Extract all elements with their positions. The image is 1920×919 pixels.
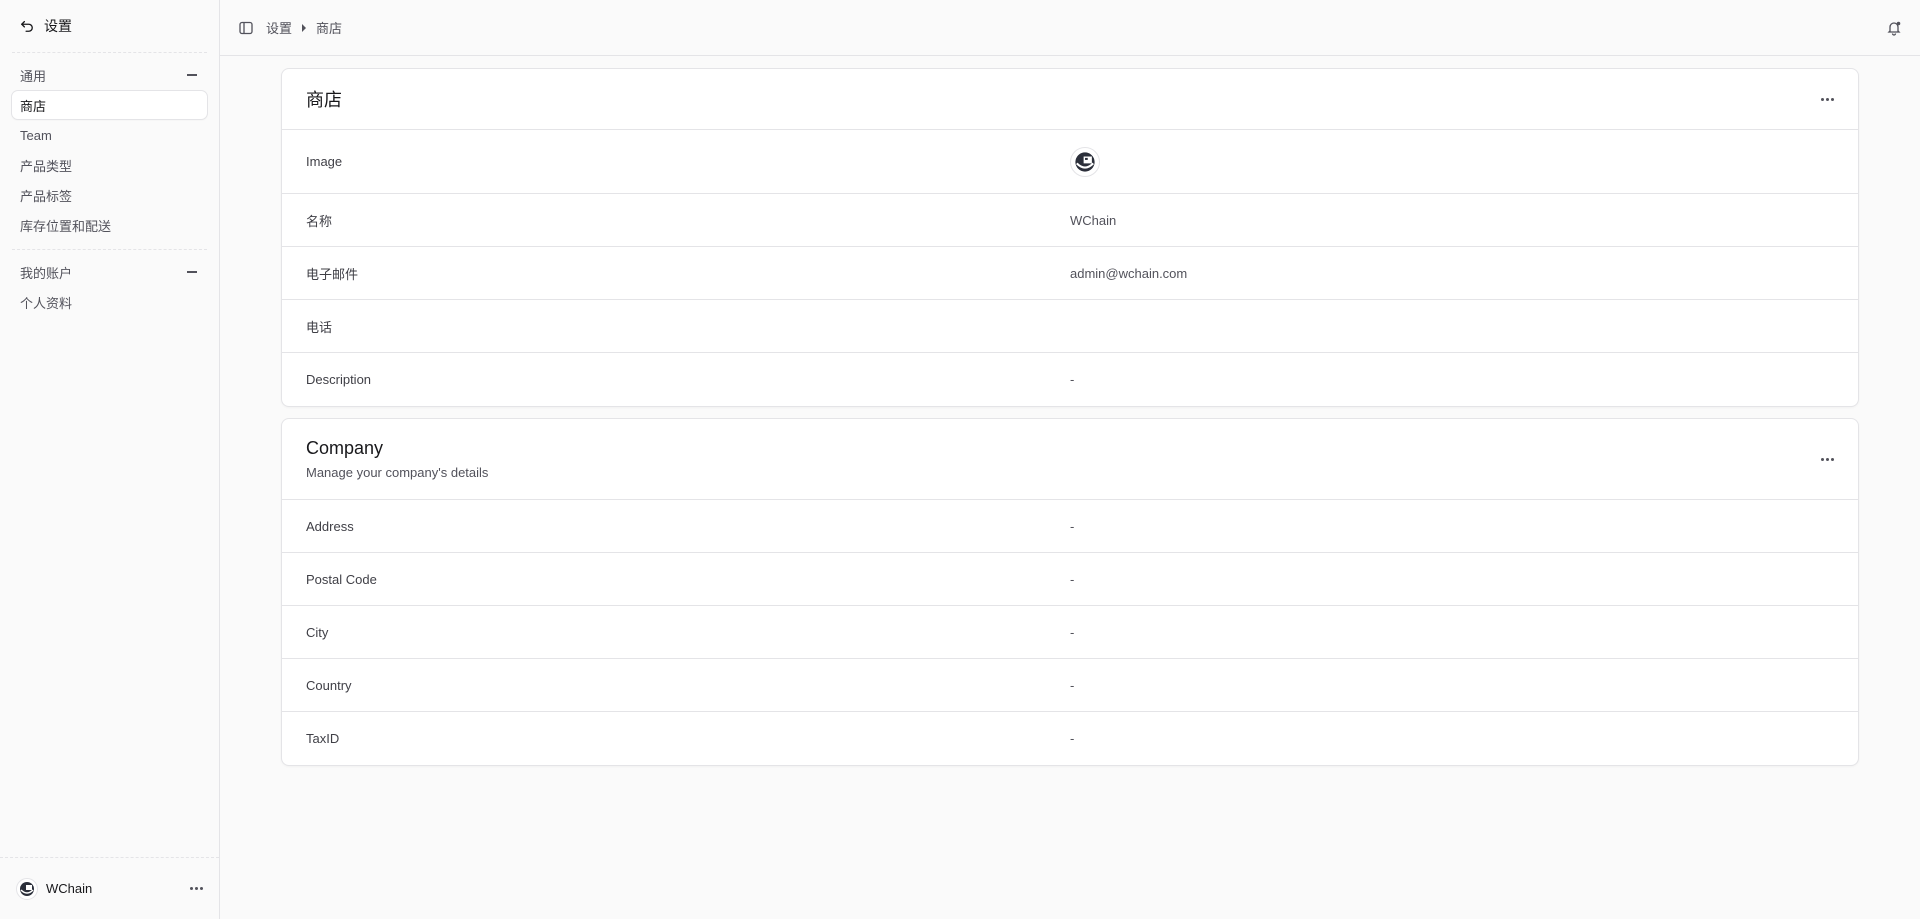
row-label: Image (306, 154, 343, 169)
main-content: 商店 Image 名称 WChain 电子邮件 admin@wchain.com (281, 68, 1859, 777)
store-image (1070, 146, 1100, 177)
row-value: - (1070, 571, 1075, 587)
sidebar-section-general: 通用 商店 Team 产品类型 产品标签 库存位置和配送 (0, 53, 219, 249)
notification-bell-icon[interactable] (1886, 20, 1902, 36)
breadcrumb-item-store: 商店 (316, 21, 343, 36)
detail-row-taxid: TaxID - (282, 712, 1858, 765)
store-name: WChain (46, 881, 93, 896)
detail-row-address: Address - (282, 500, 1858, 553)
company-card: Company Manage your company's details Ad… (281, 418, 1859, 766)
card-title: 商店 (306, 90, 342, 110)
detail-row-email: 电子邮件 admin@wchain.com (282, 247, 1858, 300)
row-label: Postal Code (306, 571, 377, 587)
card-subtitle: Manage your company's details (306, 465, 489, 480)
row-value: admin@wchain.com (1070, 265, 1188, 281)
sidebar-item-team[interactable]: Team (12, 121, 207, 149)
undo-arrow-icon (21, 20, 33, 32)
row-label: TaxID (306, 731, 340, 746)
back-to-settings-button[interactable]: 设置 (0, 0, 219, 52)
card-title: Company (306, 438, 384, 458)
back-label: 设置 (44, 18, 72, 34)
row-value: WChain (1070, 212, 1117, 228)
sidebar-item-store[interactable]: 商店 (12, 91, 207, 119)
sidebar-item-product-types[interactable]: 产品类型 (12, 151, 207, 179)
row-value: - (1070, 372, 1075, 387)
section-title: 我的账户 (20, 265, 73, 281)
detail-row-image: Image (282, 130, 1858, 194)
breadcrumb-item-settings[interactable]: 设置 (266, 18, 292, 37)
chevron-right-icon (302, 23, 307, 32)
sidebar: 设置 通用 商店 Team 产品类型 产品标签 库存位置和配送 我的账户 个人资… (0, 0, 220, 919)
detail-row-country: Country - (282, 659, 1858, 712)
sidebar-toggle-icon[interactable] (238, 20, 254, 36)
section-title: 通用 (20, 68, 47, 84)
company-card-menu-icon[interactable] (1821, 457, 1834, 461)
sidebar-item-locations-shipping[interactable]: 库存位置和配送 (12, 211, 207, 239)
store-logo-icon (20, 881, 34, 896)
row-label: 电话 (306, 319, 333, 335)
sidebar-item-profile[interactable]: 个人资料 (12, 288, 207, 316)
section-toggle-account[interactable]: 我的账户 (12, 260, 207, 284)
store-card-menu-icon[interactable] (1821, 97, 1834, 101)
topbar: 设置 商店 (220, 0, 1920, 56)
row-value: - (1070, 677, 1075, 693)
row-label: Address (306, 518, 354, 534)
company-card-header: Company Manage your company's details (282, 419, 1858, 500)
detail-row-name: 名称 WChain (282, 194, 1858, 247)
detail-row-phone: 电话 (282, 300, 1858, 353)
row-label: 电子邮件 (306, 266, 359, 282)
row-value: - (1070, 518, 1075, 534)
row-label: Description (306, 372, 372, 387)
row-value: - (1070, 731, 1075, 746)
sidebar-item-product-tags[interactable]: 产品标签 (12, 181, 207, 209)
detail-row-city: City - (282, 606, 1858, 659)
sidebar-section-account: 我的账户 个人资料 (0, 250, 219, 326)
store-card: 商店 Image 名称 WChain 电子邮件 admin@wchain.com (281, 68, 1859, 407)
store-avatar (16, 877, 38, 900)
breadcrumb: 设置 商店 (266, 18, 342, 37)
store-switcher[interactable]: WChain (0, 857, 219, 919)
collapse-icon (187, 271, 197, 273)
store-card-header: 商店 (282, 69, 1858, 130)
section-toggle-general[interactable]: 通用 (12, 63, 207, 87)
detail-row-postal-code: Postal Code - (282, 553, 1858, 606)
detail-row-description: Description - (282, 353, 1858, 406)
row-label: City (306, 624, 329, 640)
store-logo-icon (1075, 151, 1095, 172)
row-label: 名称 (306, 213, 333, 229)
collapse-icon (187, 74, 197, 76)
more-icon[interactable] (190, 887, 203, 890)
row-value: - (1070, 624, 1075, 640)
row-label: Country (306, 677, 352, 693)
